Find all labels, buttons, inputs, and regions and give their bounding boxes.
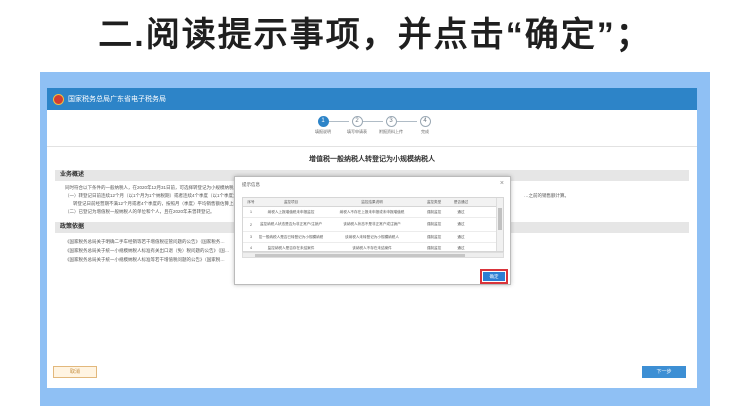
notice-dialog: 提示信息 × 序号 监控项目 监控结果说明 监控类型 是否通过 1 纳税人上报增… <box>234 176 511 285</box>
cancel-button[interactable]: 取消 <box>53 366 97 378</box>
step-3: 3 附报资料上传 <box>379 116 403 134</box>
policy-link[interactable]: 《国家税务总局关于统一小规模纳税人标准有关出口退（免）税问题的公告》（国… <box>65 248 229 254</box>
next-step-button[interactable]: 下一步 <box>642 366 686 378</box>
app-title: 国家税务总局广东省电子税务局 <box>68 96 166 103</box>
instruction-headline: 二.阅读提示事项，并点击“确定”； <box>98 15 652 54</box>
table-row: 4 监控纳税人是否存在未结案件 该纳税人不存在未结案件 强制监控 通过 <box>243 243 503 251</box>
table-row: 2 监控纳税人状态是否为非正常户/注销户 该纳税人状态不是非正常户或注销户 强制… <box>243 218 503 232</box>
confirm-button[interactable]: 确定 <box>483 272 505 281</box>
table-header: 序号 监控项目 监控结果说明 监控类型 是否通过 <box>243 198 503 207</box>
table-row: 3 监控一般纳税人是否已转登记为小规模纳税人 该纳税人未转登记为小规模纳税人 强… <box>243 232 503 243</box>
page-title: 增值税一般纳税人转登记为小规模纳税人 <box>309 156 435 163</box>
tax-portal-screen: 国家税务总局广东省电子税务局 1 填报说明 2 填写申请表 3 附报资料上传 4… <box>47 88 697 388</box>
tax-emblem-icon <box>53 93 64 105</box>
table-row: 1 纳税人上报增值税未申报监控 纳税人不存在上报未申报或未申报增值税 强制监控 … <box>243 207 503 218</box>
progress-stepper: 1 填报说明 2 填写申请表 3 附报资料上传 4 完成 <box>309 116 439 140</box>
divider <box>47 146 697 147</box>
overview-text-trail: …之前的销售额计算。 <box>524 193 569 198</box>
policy-link[interactable]: 《国家税务总局关于统一小规模纳税人标准等若干增值税问题的公告》（国家税… <box>65 257 225 263</box>
scroll-thumb[interactable] <box>255 254 465 257</box>
scroll-thumb[interactable] <box>498 208 502 230</box>
overview-text: （二）已登记为增值税一般纳税人的单位和个人，且在2020年未曾转登记。 <box>65 209 215 214</box>
dialog-title: 提示信息 <box>242 182 260 187</box>
close-icon[interactable]: × <box>500 180 504 187</box>
check-results-table: 序号 监控项目 监控结果说明 监控类型 是否通过 1 纳税人上报增值税未申报监控… <box>242 197 504 252</box>
vertical-scrollbar[interactable] <box>496 198 503 251</box>
overview-text: 同时符合以下条件的一般纳税人，在2020年12月31日前，可选择转登记为小规模纳… <box>65 185 243 190</box>
step-2: 2 填写申请表 <box>347 116 367 134</box>
highlight-box: 确定 <box>480 269 508 284</box>
horizontal-scrollbar[interactable] <box>242 252 504 258</box>
policy-link[interactable]: 《国家税务总局关于明确二手车经销等若干增值税征管问题的公告》（国家税务… <box>65 239 225 245</box>
app-header: 国家税务总局广东省电子税务局 <box>47 88 697 110</box>
step-1: 1 填报说明 <box>315 116 331 134</box>
step-4: 4 完成 <box>419 116 431 134</box>
